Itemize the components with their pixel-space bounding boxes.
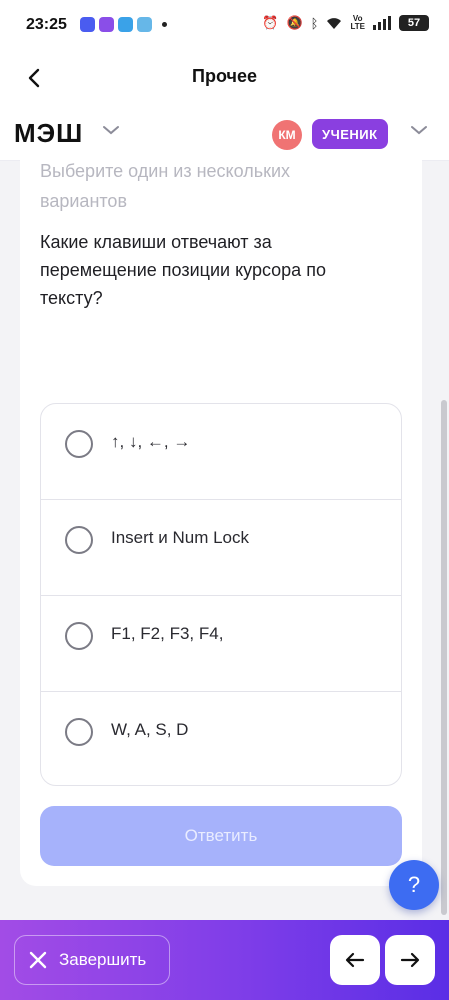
finish-button[interactable]: Завершить	[14, 935, 170, 985]
scrollbar[interactable]	[441, 400, 447, 915]
status-time: 23:25	[26, 16, 67, 33]
avatar[interactable]: КМ	[272, 120, 302, 150]
signal-icon	[373, 16, 391, 30]
question-text: Какие клавиши отвечают за перемещение по…	[40, 232, 326, 308]
answer-option-label: ↑, ↓, ←, →	[111, 432, 191, 451]
chevron-down-icon[interactable]	[102, 120, 120, 141]
arrow-right-icon	[400, 952, 420, 968]
answer-option-label: Insert и Num Lock	[111, 528, 249, 547]
app-header: Прочее	[0, 50, 449, 106]
previous-button[interactable]	[330, 935, 380, 985]
more-notifications-dot	[162, 22, 167, 27]
bottom-bar: Завершить	[0, 920, 449, 1000]
status-bar: 23:25 ⏰ 🔕 ᛒ Vo LTE 57	[0, 0, 449, 50]
radio-button[interactable]	[65, 718, 93, 746]
wifi-icon	[327, 17, 342, 29]
mesh-logo[interactable]: МЭШ	[14, 118, 83, 149]
answer-option-label: W, A, S, D	[111, 720, 189, 739]
radio-button[interactable]	[65, 430, 93, 458]
close-icon	[29, 951, 47, 969]
app-notification-icon	[137, 17, 152, 32]
answer-option[interactable]: W, A, S, D	[41, 692, 401, 785]
mesh-bar: МЭШ КМ УЧЕНИК	[0, 106, 449, 161]
page-title: Прочее	[192, 66, 257, 86]
question-hint: Выберите один из нескольких вариантов	[40, 161, 291, 211]
bluetooth-icon: ᛒ	[310, 15, 319, 31]
arrow-left-icon	[345, 952, 365, 968]
app-notification-icon	[80, 17, 95, 32]
answer-option[interactable]: Insert и Num Lock	[41, 500, 401, 596]
mute-icon: 🔕	[286, 15, 303, 30]
notification-icons	[80, 17, 167, 32]
radio-button[interactable]	[65, 526, 93, 554]
chevron-down-icon-svg	[411, 126, 427, 135]
chevron-down-icon-svg	[103, 126, 119, 135]
answer-option-label: F1, F2, F3, F4,	[111, 624, 224, 643]
answer-option[interactable]: ↑, ↓, ←, →	[41, 404, 401, 500]
question-card: Выберите один из нескольких вариантов Ка…	[20, 160, 422, 886]
alarm-icon: ⏰	[262, 15, 279, 30]
answer-option[interactable]: F1, F2, F3, F4,	[41, 596, 401, 692]
system-icons: ⏰ 🔕 ᛒ Vo LTE 57	[262, 15, 429, 31]
chevron-down-icon[interactable]	[410, 120, 428, 141]
submit-answer-button[interactable]: Ответить	[40, 806, 402, 866]
help-button[interactable]: ?	[389, 860, 439, 910]
battery-icon: 57	[399, 15, 429, 31]
role-badge[interactable]: УЧЕНИК	[312, 119, 388, 149]
app-notification-icon	[99, 17, 114, 32]
finish-button-label: Завершить	[59, 950, 147, 969]
radio-button[interactable]	[65, 622, 93, 650]
app-notification-icon	[118, 17, 133, 32]
answer-options: ↑, ↓, ←, → Insert и Num Lock F1, F2, F3,…	[40, 403, 402, 786]
next-button[interactable]	[385, 935, 435, 985]
volte-indicator: Vo LTE	[350, 14, 365, 31]
